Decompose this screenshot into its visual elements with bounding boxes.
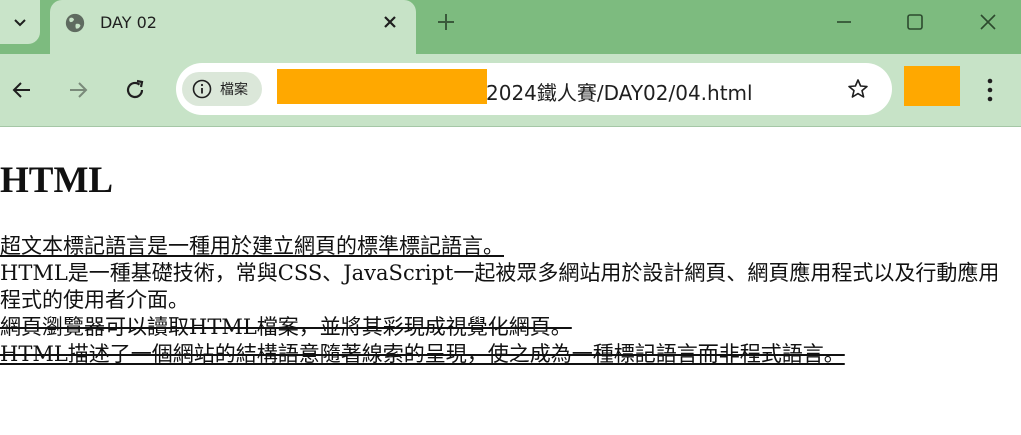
new-tab-plus-icon[interactable]: [434, 10, 458, 34]
content-paragraph: 超文本標記語言是一種用於建立網頁的標準標記語言。 HTML是一種基礎技術，常與C…: [0, 233, 1010, 368]
active-tab[interactable]: DAY 02: [50, 0, 416, 54]
window-close-icon[interactable]: [976, 10, 1000, 34]
tab-search-button[interactable]: [0, 0, 40, 44]
site-info-chip[interactable]: 檔案: [182, 72, 262, 106]
forward-arrow-icon[interactable]: [66, 78, 90, 102]
chevron-down-icon: [14, 19, 26, 27]
content-line-strike-underline: HTML描述了一個網站的結構語意隨著線索的呈現，使之成為一種標記語言而非程式語言…: [0, 342, 845, 366]
back-arrow-icon[interactable]: [10, 78, 34, 102]
info-icon: [192, 79, 212, 99]
tab-title: DAY 02: [100, 13, 157, 32]
site-chip-label: 檔案: [220, 82, 248, 98]
browser-toolbar: 檔案 2024鐵人賽/DAY02/04.html: [0, 54, 1021, 127]
minimize-icon[interactable]: [832, 10, 856, 34]
close-icon[interactable]: [380, 12, 400, 32]
reload-icon[interactable]: [123, 78, 147, 102]
page-heading: HTML: [0, 160, 114, 201]
redacted-profile-block[interactable]: [904, 66, 960, 106]
url-text[interactable]: 2024鐵人賽/DAY02/04.html: [486, 77, 753, 106]
redacted-url-block: [277, 69, 487, 104]
tab-strip: DAY 02: [0, 0, 1021, 54]
maximize-icon[interactable]: [903, 10, 927, 34]
globe-icon: [65, 13, 85, 33]
bookmark-star-icon[interactable]: [846, 77, 870, 101]
content-line-underline: 超文本標記語言是一種用於建立網頁的標準標記語言。: [0, 234, 504, 258]
content-line-normal: HTML是一種基礎技術，常與CSS、JavaScript一起被眾多網站用於設計網…: [0, 261, 1000, 312]
content-line-strikethrough: 網頁瀏覽器可以讀取HTML檔案，並將其彩現成視覺化網頁。: [0, 315, 572, 339]
address-bar[interactable]: 檔案 2024鐵人賽/DAY02/04.html: [176, 63, 892, 115]
kebab-menu-icon[interactable]: [978, 76, 1002, 104]
